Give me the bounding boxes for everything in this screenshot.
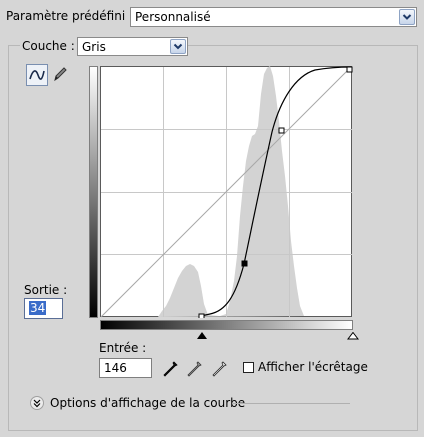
- expand-chevron-icon: [33, 399, 41, 408]
- preset-dropdown[interactable]: Personnalisé: [130, 7, 417, 27]
- white-eyedropper-icon[interactable]: [212, 360, 228, 378]
- output-label: Sortie :: [24, 283, 68, 297]
- black-eyedropper-icon[interactable]: [163, 360, 179, 378]
- curve-tool-button[interactable]: [26, 64, 48, 86]
- pencil-icon: [54, 67, 67, 82]
- channel-dropdown[interactable]: Gris: [77, 37, 188, 56]
- clipping-label: Afficher l'écrêtage: [258, 360, 368, 374]
- curve-options-label: Options d'affichage de la courbe: [50, 396, 246, 410]
- curve-icon: [29, 70, 45, 80]
- channel-value: Gris: [82, 40, 106, 54]
- curve-point-mid[interactable]: [278, 127, 285, 134]
- input-field[interactable]: 146: [99, 358, 152, 378]
- chevron-down-icon[interactable]: [399, 9, 415, 25]
- preset-label: Paramètre prédéfini :: [6, 9, 134, 23]
- curve-point-white[interactable]: [346, 66, 353, 73]
- white-point-slider[interactable]: [347, 332, 359, 340]
- black-point-slider[interactable]: [196, 332, 208, 340]
- chevron-down-icon[interactable]: [170, 39, 186, 54]
- curves-graph[interactable]: [100, 66, 354, 318]
- curve-point-selected[interactable]: [241, 260, 248, 267]
- channel-label: Couche :: [20, 39, 78, 53]
- input-gradient-bar: [100, 320, 353, 330]
- output-value: 34: [29, 301, 47, 315]
- preset-value: Personnalisé: [135, 10, 211, 24]
- input-label: Entrée :: [99, 341, 147, 355]
- input-value: 146: [104, 361, 127, 375]
- output-gradient-bar: [89, 66, 98, 318]
- options-divider: [232, 403, 350, 404]
- pencil-tool-button[interactable]: [50, 64, 72, 86]
- expand-options-button[interactable]: [30, 396, 44, 410]
- clipping-checkbox[interactable]: [243, 362, 254, 373]
- curve-point-black[interactable]: [198, 313, 205, 318]
- output-field[interactable]: 34: [24, 298, 63, 319]
- gray-eyedropper-icon[interactable]: [187, 360, 203, 378]
